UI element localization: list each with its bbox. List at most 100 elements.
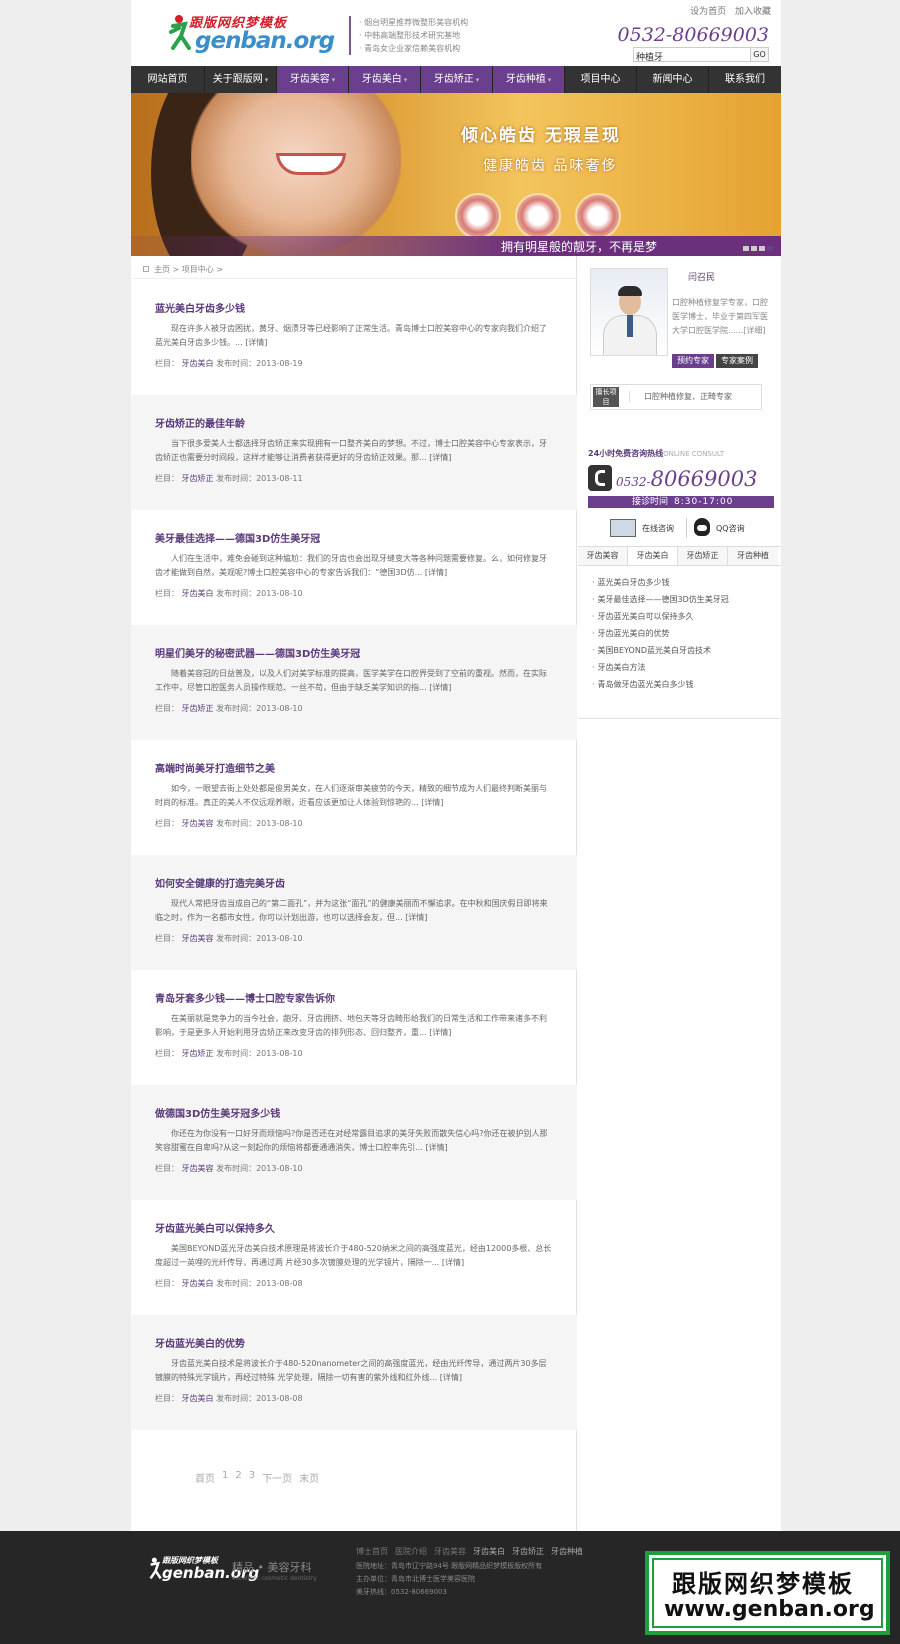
pager-first[interactable]: 首页: [195, 1470, 215, 1485]
nav-contact[interactable]: 联系我们: [709, 66, 781, 93]
breadcrumb-current[interactable]: 项目中心: [182, 265, 214, 274]
nav-projects[interactable]: 项目中心: [565, 66, 637, 93]
hotline-number[interactable]: 0532-80669003: [616, 467, 757, 491]
banner-dot[interactable]: [751, 246, 757, 251]
site-logo[interactable]: 跟版网织梦模板 genban.org: [169, 12, 335, 54]
article-title[interactable]: 高端时尚美牙打造细节之美: [155, 760, 275, 775]
article-category-link[interactable]: 牙齿美白: [182, 1394, 214, 1403]
sidebar-link[interactable]: 蓝光美白牙齿多少钱: [592, 574, 729, 591]
article-title[interactable]: 美牙最佳选择——德国3D仿生美牙冠: [155, 530, 320, 545]
pager-last[interactable]: 末页: [299, 1470, 319, 1485]
tab-tooth-beauty[interactable]: 牙齿美容: [578, 547, 628, 565]
footer-nav-link[interactable]: 牙齿美白: [473, 1546, 505, 1557]
search-go-button[interactable]: GO: [750, 48, 768, 61]
hero-banner[interactable]: 倾心皓齿 无瑕呈现 健康皓齿 品味奢侈 拥有明星般的靓牙，不再是梦: [131, 93, 781, 256]
article-title[interactable]: 青岛牙套多少钱——博士口腔专家告诉你: [155, 990, 335, 1005]
article-category-link[interactable]: 牙齿矫正: [182, 704, 214, 713]
slogan-line: · 中韩高端整形技术研究基地: [359, 31, 461, 40]
online-consult-link[interactable]: 在线咨询: [642, 523, 674, 534]
article-category-link[interactable]: 牙齿美容: [182, 819, 214, 828]
nav-about[interactable]: 关于跟版网 ▾: [205, 66, 277, 93]
article-category-link[interactable]: 牙齿矫正: [182, 474, 214, 483]
footer-address: 医院地址：青岛市辽宁路94号 跟版网精品织梦模板版权所有: [356, 1562, 543, 1570]
pager-next[interactable]: 下一页: [262, 1470, 292, 1485]
nav-orthodontics[interactable]: 牙齿矫正 ▾: [421, 66, 493, 93]
header-slogans: · 烟台明星推荐微整形美容机构 · 中韩高端整形技术研究基地 · 青岛女企业家信…: [349, 16, 468, 55]
banner-dot-active[interactable]: [767, 246, 773, 251]
doctor-photo[interactable]: [590, 268, 668, 356]
footer-nav-link[interactable]: 牙齿美容: [434, 1546, 466, 1557]
sidebar-link[interactable]: 牙齿蓝光美白可以保持多久: [592, 608, 729, 625]
banner-bottom-bar: 拥有明星般的靓牙，不再是梦: [131, 236, 781, 256]
article-title[interactable]: 牙齿蓝光美白的优势: [155, 1335, 245, 1350]
banner-headline: 倾心皓齿 无瑕呈现: [461, 126, 621, 146]
hotline-label: 24小时免费咨询热线ONLINE CONSULT: [588, 449, 725, 458]
details-link[interactable]: [详情]: [425, 568, 447, 577]
pagination: 首页 1 2 3 下一页 末页: [195, 1470, 319, 1485]
set-homepage-link[interactable]: 设为首页: [690, 7, 726, 17]
nav-whitening[interactable]: 牙齿美白 ▾: [349, 66, 421, 93]
banner-dot[interactable]: [743, 246, 749, 251]
doctor-name[interactable]: 闫召民: [688, 270, 715, 283]
details-link[interactable]: [详情]: [405, 913, 427, 922]
details-link[interactable]: [详情]: [421, 798, 443, 807]
specialty-label: 擅长项目: [593, 387, 619, 407]
sidebar-link[interactable]: 青岛做牙齿蓝光美白多少钱: [592, 676, 729, 693]
reserve-expert-button[interactable]: 预约专家: [672, 354, 714, 368]
tab-orthodontics[interactable]: 牙齿矫正: [678, 547, 728, 565]
footer-nav-link[interactable]: 医院介绍: [395, 1546, 427, 1557]
list-item: 牙齿蓝光美白的优势 牙齿蓝光美白技术是将波长介于480-520nanometer…: [131, 1315, 577, 1430]
article-date: 2013-08-10: [256, 1164, 303, 1173]
breadcrumb-home[interactable]: 主页: [154, 265, 170, 274]
sidebar-link[interactable]: 美牙最佳选择——德国3D仿生美牙冠: [592, 591, 729, 608]
sidebar-link[interactable]: 牙齿美白方法: [592, 659, 729, 676]
nav-implant[interactable]: 牙齿种植 ▾: [493, 66, 565, 93]
article-title[interactable]: 做德国3D仿生美牙冠多少钱: [155, 1105, 280, 1120]
sidebar-link[interactable]: 牙齿蓝光美白的优势: [592, 625, 729, 642]
chevron-down-icon: ▾: [475, 76, 480, 84]
details-link[interactable]: [详情]: [429, 1028, 451, 1037]
office-hours: 接诊时间 8:30-17:00: [588, 496, 774, 508]
article-date: 2013-08-08: [256, 1279, 303, 1288]
article-title[interactable]: 明星们美牙的秘密武器——德国3D仿生美牙冠: [155, 645, 360, 660]
add-favorite-link[interactable]: 加入收藏: [735, 7, 771, 17]
article-category-link[interactable]: 牙齿美白: [182, 359, 214, 368]
banner-dot[interactable]: [759, 246, 765, 251]
article-title[interactable]: 牙齿矫正的最佳年龄: [155, 415, 245, 430]
search-input[interactable]: 种植牙: [636, 50, 663, 63]
article-title[interactable]: 蓝光美白牙齿多少钱: [155, 300, 245, 315]
footer-nav-link[interactable]: 牙齿矫正: [512, 1546, 544, 1557]
article-category-link[interactable]: 牙齿美白: [182, 589, 214, 598]
article-date: 2013-08-19: [256, 359, 303, 368]
details-link[interactable]: [详情]: [442, 1258, 464, 1267]
expert-cases-button[interactable]: 专家案例: [716, 354, 758, 368]
article-category-link[interactable]: 牙齿美容: [182, 1164, 214, 1173]
tab-whitening[interactable]: 牙齿美白: [628, 547, 678, 565]
details-link[interactable]: [详情]: [429, 453, 451, 462]
pager-page-3[interactable]: 3: [249, 1470, 255, 1485]
article-category-link[interactable]: 牙齿美容: [182, 934, 214, 943]
details-link[interactable]: [详情]: [429, 683, 451, 692]
nav-tooth-beauty[interactable]: 牙齿美容 ▾: [277, 66, 349, 93]
article-title[interactable]: 牙齿蓝光美白可以保持多久: [155, 1220, 275, 1235]
article-category-link[interactable]: 牙齿矫正: [182, 1049, 214, 1058]
footer-nav-link[interactable]: 博士首页: [356, 1546, 388, 1557]
article-title[interactable]: 如何安全健康的打造完美牙齿: [155, 875, 285, 890]
list-item: 牙齿蓝光美白可以保持多久 美国BEYOND蓝光牙齿美白技术原理是将波长介于480…: [131, 1200, 577, 1315]
footer-nav-link[interactable]: 牙齿种植: [551, 1546, 583, 1557]
article-category-link[interactable]: 牙齿美白: [182, 1279, 214, 1288]
details-link[interactable]: [详情]: [425, 1143, 447, 1152]
nav-news[interactable]: 新闻中心: [637, 66, 709, 93]
pager-page-1[interactable]: 1: [222, 1470, 228, 1485]
article-meta: 栏目： 牙齿矫正 发布时间：2013-08-10: [155, 1049, 303, 1058]
tab-implant[interactable]: 牙齿种植: [728, 547, 778, 565]
details-link[interactable]: [详情]: [245, 338, 267, 347]
qq-consult-link[interactable]: QQ咨询: [716, 523, 745, 534]
runner-logo-icon: [149, 1557, 162, 1580]
details-link[interactable]: [详情]: [440, 1373, 462, 1382]
sidebar-link[interactable]: 美国BEYOND蓝光美白牙齿技术: [592, 642, 729, 659]
nav-home[interactable]: 网站首页: [131, 66, 205, 93]
footer-logo: 跟版网织梦模板 genban.org: [148, 1555, 259, 1585]
pager-page-2[interactable]: 2: [235, 1470, 241, 1485]
sidebar-tabs: 牙齿美容 牙齿美白 牙齿矫正 牙齿种植: [578, 546, 781, 566]
